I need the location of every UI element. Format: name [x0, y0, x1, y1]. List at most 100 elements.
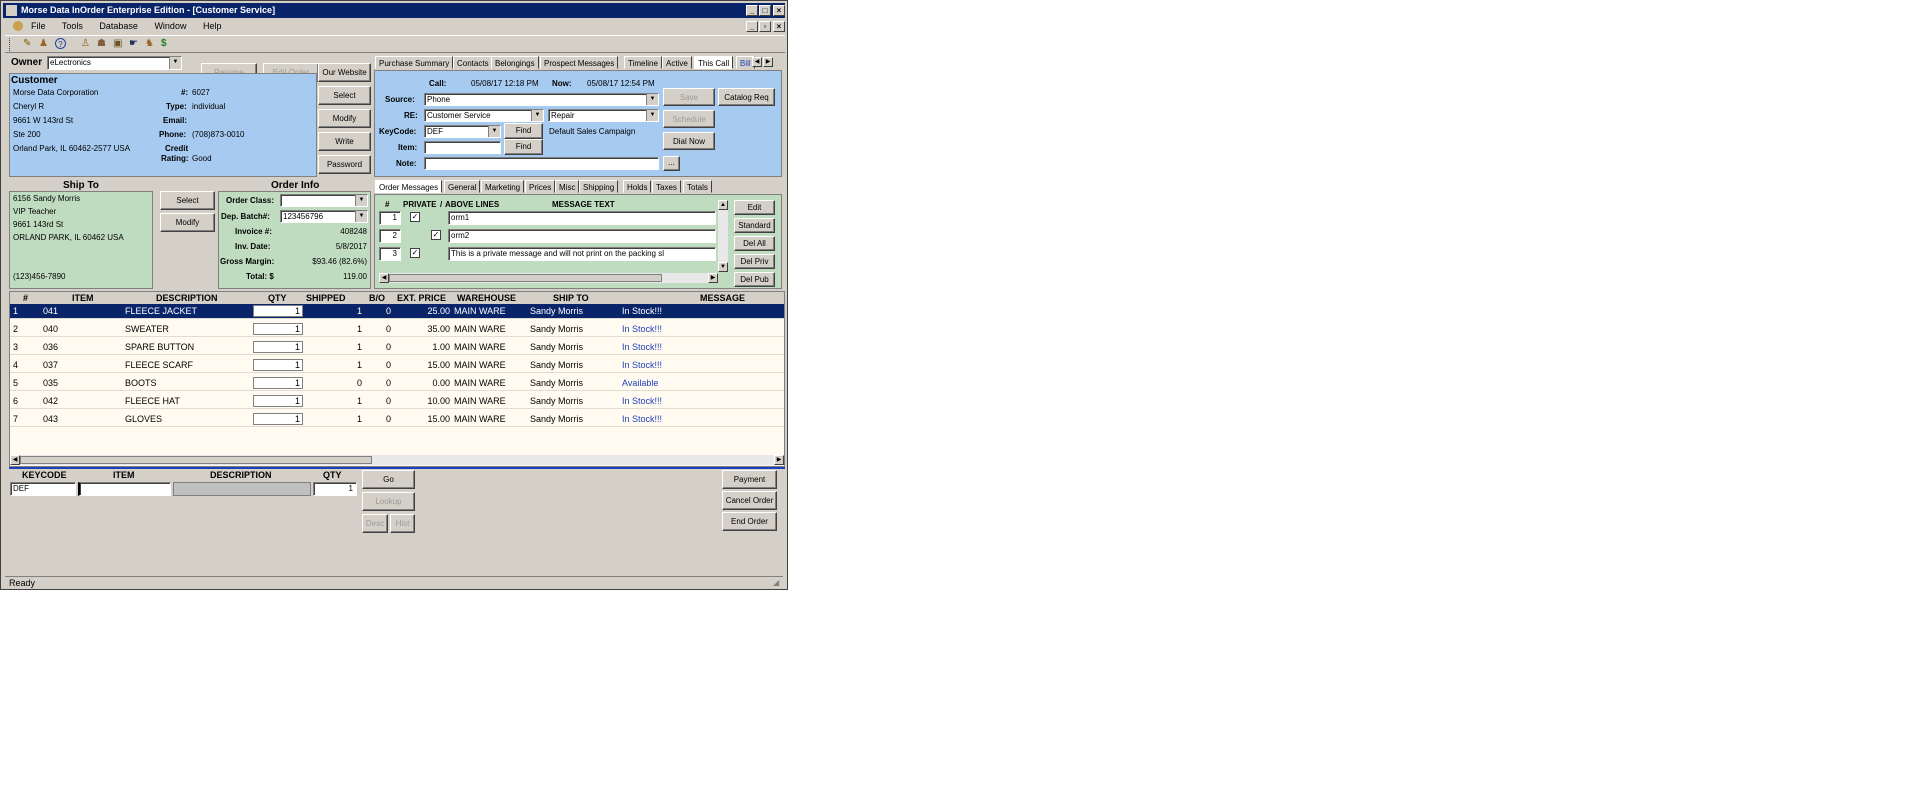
- order-icon[interactable]: ☗: [97, 38, 109, 50]
- line-qty-input[interactable]: 1: [253, 395, 303, 407]
- table-row[interactable]: 6 042 FLEECE HAT 1 1 0 10.00 MAIN WARE Sandy Mor…: [10, 394, 784, 409]
- msg-del-all-button[interactable]: Del All: [734, 236, 775, 251]
- menu-file[interactable]: File: [31, 21, 46, 31]
- maximize-button[interactable]: □: [759, 5, 771, 16]
- customer-modify-button[interactable]: Modify: [318, 109, 371, 128]
- msg-standard-button[interactable]: Standard: [734, 218, 775, 233]
- order-class-select[interactable]: ▼: [280, 194, 368, 207]
- message-row[interactable]: 3 ✓ This is a private message and will n…: [379, 246, 719, 263]
- message-row[interactable]: 2 ✓ orm2: [379, 228, 719, 245]
- msg-text[interactable]: orm1: [448, 211, 716, 225]
- line-qty-input[interactable]: 1: [253, 341, 303, 353]
- line-qty-input[interactable]: 1: [253, 359, 303, 371]
- lookup-button[interactable]: Lookup: [362, 492, 415, 511]
- customer-select-button[interactable]: Select: [318, 86, 371, 105]
- tab-holds[interactable]: Holds: [623, 180, 652, 193]
- write-button[interactable]: Write: [318, 132, 371, 151]
- menu-window[interactable]: Window: [154, 21, 186, 31]
- close-button[interactable]: ×: [773, 5, 785, 16]
- tab-active[interactable]: Active: [662, 56, 692, 69]
- scroll-right-icon[interactable]: ▶: [708, 273, 718, 283]
- package-icon[interactable]: ▣: [113, 38, 125, 50]
- table-row[interactable]: 7 043 GLOVES 1 1 0 15.00 MAIN WARE Sandy Morris I…: [10, 412, 784, 427]
- minimize-button[interactable]: _: [746, 5, 758, 16]
- menu-database[interactable]: Database: [99, 21, 138, 31]
- hist-button[interactable]: Hist: [390, 514, 415, 533]
- help-icon[interactable]: ?: [55, 38, 66, 49]
- tab-marketing[interactable]: Marketing: [481, 180, 525, 193]
- entry-qty-input[interactable]: 1: [313, 482, 357, 496]
- re-subtype-select[interactable]: Repair ▼: [548, 109, 659, 122]
- scroll-left-icon[interactable]: ◀: [379, 273, 389, 283]
- tab-prospect-messages[interactable]: Prospect Messages: [540, 56, 619, 69]
- tab-general[interactable]: General: [444, 180, 481, 193]
- entry-item-input[interactable]: [78, 482, 171, 496]
- msg-vscroll[interactable]: ▲ ▼: [718, 200, 728, 272]
- tab-this-call[interactable]: This Call: [694, 56, 734, 69]
- msg-private-checkbox[interactable]: ✓: [410, 212, 420, 222]
- mdi-restore-button[interactable]: ▫: [759, 21, 771, 32]
- table-row[interactable]: 1 041 FLEECE JACKET 1 1 0 25.00 MAIN WARE Sandy …: [10, 304, 784, 319]
- menu-help[interactable]: Help: [203, 21, 222, 31]
- line-qty-input[interactable]: 1: [253, 413, 303, 425]
- table-row[interactable]: 2 040 SWEATER 1 1 0 35.00 MAIN WARE Sandy Morris…: [10, 322, 784, 337]
- scroll-up-icon[interactable]: ▲: [718, 200, 728, 210]
- save-button[interactable]: Save: [663, 88, 715, 106]
- item-find-button[interactable]: Find: [504, 139, 543, 155]
- grid-hscroll[interactable]: ◀ ▶: [10, 455, 784, 465]
- note-browse-button[interactable]: ...: [663, 156, 680, 171]
- mdi-minimize-button[interactable]: _: [746, 21, 758, 32]
- scroll-thumb[interactable]: [20, 456, 372, 464]
- resize-grip-icon[interactable]: ◢: [773, 578, 783, 588]
- dial-now-button[interactable]: Dial Now: [663, 132, 715, 150]
- line-qty-input[interactable]: 1: [253, 323, 303, 335]
- tab-totals[interactable]: Totals: [683, 180, 712, 193]
- tab-taxes[interactable]: Taxes: [652, 180, 681, 193]
- table-row[interactable]: 3 036 SPARE BUTTON 1 1 0 1.00 MAIN WARE Sandy Mo…: [10, 340, 784, 355]
- payment-button[interactable]: Payment: [722, 470, 777, 489]
- tab-order-messages[interactable]: Order Messages: [375, 180, 443, 193]
- line-qty-input[interactable]: 1: [253, 305, 303, 317]
- dep-batch-select[interactable]: 123456796 ▼: [280, 210, 368, 223]
- scroll-right-icon[interactable]: ▶: [774, 455, 784, 465]
- line-qty-input[interactable]: 1: [253, 377, 303, 389]
- msg-private-checkbox[interactable]: ✓: [410, 248, 420, 258]
- menu-tools[interactable]: Tools: [62, 21, 83, 31]
- our-website-button[interactable]: Our Website: [318, 63, 371, 82]
- msg-hscroll[interactable]: ◀ ▶: [379, 273, 718, 283]
- item-input[interactable]: [424, 141, 501, 154]
- table-row[interactable]: 5 035 BOOTS 1 0 0 0.00 MAIN WARE Sandy Morris Ava…: [10, 376, 784, 391]
- entry-keycode-input[interactable]: DEF: [10, 482, 76, 496]
- tab-scroll-right-icon[interactable]: ▶: [763, 57, 773, 67]
- re-select[interactable]: Customer Service ▼: [424, 109, 544, 122]
- keycode-select[interactable]: DEF ▼: [424, 125, 501, 138]
- tab-shipping[interactable]: Shipping: [579, 180, 619, 193]
- scroll-left-icon[interactable]: ◀: [10, 455, 20, 465]
- msg-text[interactable]: orm2: [448, 229, 716, 243]
- scroll-down-icon[interactable]: ▼: [718, 262, 728, 272]
- password-button[interactable]: Password: [318, 155, 371, 174]
- tab-timeline[interactable]: Timeline: [624, 56, 662, 69]
- scroll-thumb[interactable]: [389, 274, 662, 282]
- money-icon[interactable]: $: [161, 38, 173, 50]
- msg-edit-button[interactable]: Edit: [734, 200, 775, 215]
- schedule-button[interactable]: Schedule: [663, 110, 715, 128]
- person-icon[interactable]: ♟: [39, 38, 51, 50]
- pointer-icon[interactable]: ☛: [129, 38, 141, 50]
- go-button[interactable]: Go: [362, 470, 415, 489]
- tab-contacts[interactable]: Contacts: [453, 56, 493, 69]
- msg-del-priv-button[interactable]: Del Priv: [734, 254, 775, 269]
- catalog-req-button[interactable]: Catalog Req: [718, 88, 775, 106]
- tab-scroll-left-icon[interactable]: ◀: [752, 57, 762, 67]
- msg-above-checkbox[interactable]: ✓: [431, 230, 441, 240]
- message-row[interactable]: 1 ✓ orm1: [379, 210, 719, 227]
- customer-icon[interactable]: ♙: [81, 38, 93, 50]
- table-row[interactable]: 4 037 FLEECE SCARF 1 1 0 15.00 MAIN WARE Sandy M…: [10, 358, 784, 373]
- source-select[interactable]: Phone ▼: [424, 93, 659, 106]
- msg-text[interactable]: This is a private message and will not p…: [448, 247, 716, 261]
- tab-purchase-summary[interactable]: Purchase Summary: [375, 56, 454, 69]
- ship-to-select-button[interactable]: Select: [160, 191, 215, 210]
- tab-belongings[interactable]: Belongings: [491, 56, 539, 69]
- contacts-icon[interactable]: ♞: [145, 38, 157, 50]
- keycode-find-button[interactable]: Find: [504, 123, 543, 139]
